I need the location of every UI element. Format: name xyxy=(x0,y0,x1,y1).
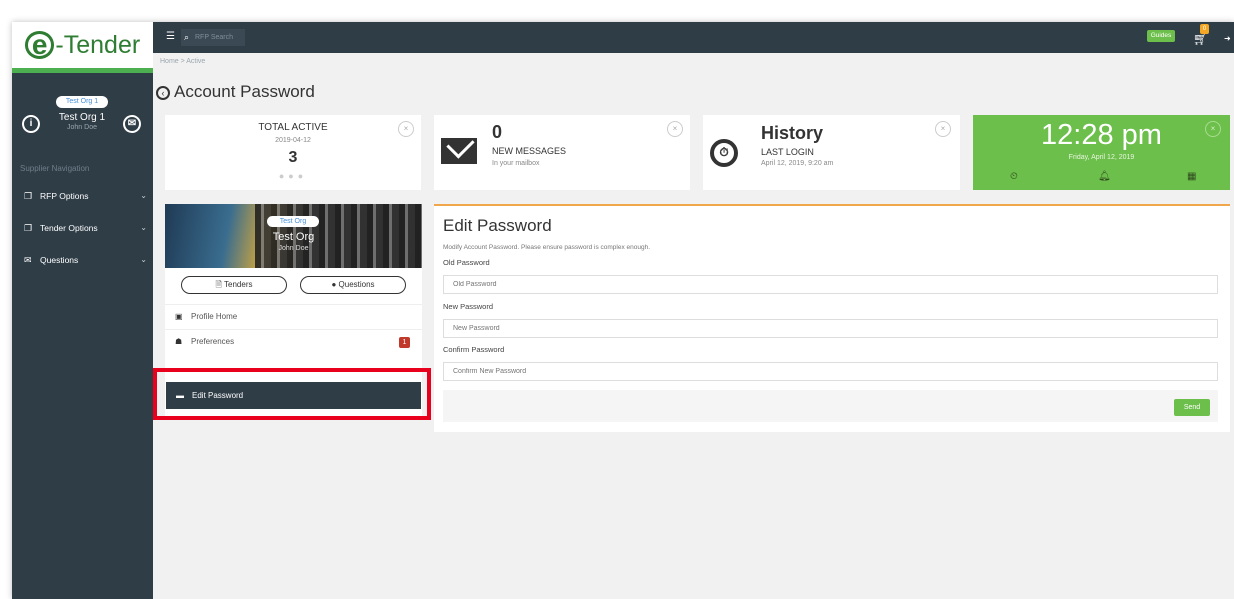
profile-banner: Test Org Test Org John Doe xyxy=(165,204,422,268)
clock-card: 12:28 pm Friday, April 12, 2019 ⏲︎ 🔔︎ ▦ … xyxy=(973,115,1230,190)
search-input[interactable]: ⌕ RFP Search xyxy=(181,29,245,46)
envelope-icon: ✉ xyxy=(24,255,32,265)
info-icon[interactable]: i xyxy=(22,115,40,133)
sidebar-nav-title: Supplier Navigation xyxy=(20,164,90,173)
total-active-card: TOTAL ACTIVE 2019-04-12 3 ●●● × xyxy=(165,115,421,190)
image-icon: ▣ xyxy=(175,312,183,321)
sidebar-item-label: RFP Options xyxy=(40,191,89,201)
chevron-down-icon: ⌄ xyxy=(140,223,147,232)
sidebar: e -Tender Test Org 1 i Test Org 1 John Do… xyxy=(12,22,153,599)
page-title-text: Account Password xyxy=(174,82,315,101)
close-icon[interactable]: × xyxy=(935,121,951,137)
edit-password-panel: Edit Password Modify Account Password. P… xyxy=(434,204,1230,432)
etender-logo[interactable]: e -Tender xyxy=(12,22,153,73)
profile-menu-label: Profile Home xyxy=(191,312,238,321)
clock-icon: ⏱︎ xyxy=(710,139,738,167)
back-icon[interactable]: ‹ xyxy=(156,86,170,100)
last-login-date: April 12, 2019, 9:20 am xyxy=(761,160,834,167)
tenders-button[interactable]: 🗎︎ Tenders xyxy=(181,276,287,294)
question-icon: ● xyxy=(331,280,339,289)
highlight-annotation xyxy=(153,368,431,420)
messages-label: NEW MESSAGES xyxy=(492,146,567,156)
old-password-label: Old Password xyxy=(443,258,490,267)
confirm-password-label: Confirm Password xyxy=(443,345,505,354)
envelope-icon xyxy=(441,138,477,164)
menu-toggle-icon[interactable]: ☰ xyxy=(166,32,175,42)
breadcrumb[interactable]: Home > Active xyxy=(160,58,205,65)
tenders-button-label: Tenders xyxy=(224,280,253,289)
confirm-password-field[interactable] xyxy=(443,362,1218,381)
documents-icon: ❐ xyxy=(24,223,33,233)
app-window: e -Tender Test Org 1 i Test Org 1 John Do… xyxy=(12,22,1234,599)
top-bar: ☰ ⌕ RFP Search Guides 🛒︎ 0 ➜ xyxy=(153,22,1234,53)
search-icon: ⌕ xyxy=(184,32,190,42)
avatar: Test Org xyxy=(267,216,319,227)
sidebar-org-name: Test Org 1 xyxy=(58,112,106,123)
documents-icon: ❐ xyxy=(24,191,33,201)
page-title: ‹ Account Password xyxy=(156,82,315,102)
calendar-icon[interactable]: ▦ xyxy=(1187,171,1196,182)
sidebar-item-tender-options[interactable]: ❐ Tender Options ⌄ xyxy=(12,218,153,238)
questions-button[interactable]: ● Questions xyxy=(300,276,406,294)
last-login-label: LAST LOGIN xyxy=(761,147,814,157)
user-icon: ☗ xyxy=(175,337,183,346)
cart-icon[interactable]: 🛒︎ xyxy=(1193,32,1208,46)
history-title: History xyxy=(761,123,824,143)
total-active-date: 2019-04-12 xyxy=(275,137,311,144)
current-date: Friday, April 12, 2019 xyxy=(1068,154,1135,161)
document-icon: 🗎︎ xyxy=(215,280,225,289)
cart-badge: 0 xyxy=(1200,24,1209,34)
messages-sub: In your mailbox xyxy=(492,160,540,167)
close-icon[interactable]: × xyxy=(667,121,683,137)
avatar: Test Org 1 xyxy=(56,96,108,108)
search-placeholder: RFP Search xyxy=(195,34,233,41)
edit-password-description: Modify Account Password. Please ensure p… xyxy=(443,244,651,251)
form-footer: Send xyxy=(443,390,1218,422)
logo-e: e xyxy=(24,31,55,59)
new-password-label: New Password xyxy=(443,302,494,311)
chevron-down-icon: ⌄ xyxy=(140,191,147,200)
profile-menu-item-profile-home[interactable]: ▣ Profile Home xyxy=(165,304,422,328)
messages-count: 0 xyxy=(492,122,503,142)
history-card: ⏱︎ History LAST LOGIN April 12, 2019, 9:… xyxy=(703,115,960,190)
total-active-title: TOTAL ACTIVE xyxy=(258,122,328,133)
sidebar-item-questions[interactable]: ✉ Questions ⌄ xyxy=(12,250,153,270)
current-time: 12:28 pm xyxy=(1041,119,1162,151)
profile-user-name: John Doe xyxy=(278,245,309,252)
new-password-field[interactable] xyxy=(443,319,1218,338)
total-active-count: 3 xyxy=(288,149,298,166)
profile-menu-label: Preferences xyxy=(191,337,235,346)
sidebar-item-rfp-options[interactable]: ❐ RFP Options ⌄ xyxy=(12,186,153,206)
profile-menu-item-preferences[interactable]: ☗ Preferences 1 xyxy=(165,329,422,353)
edit-password-title: Edit Password xyxy=(443,216,552,235)
messages-card: 0 NEW MESSAGES In your mailbox × xyxy=(434,115,690,190)
send-button[interactable]: Send xyxy=(1174,399,1210,416)
logo-text: -Tender xyxy=(55,30,141,59)
sidebar-item-label: Tender Options xyxy=(40,223,98,233)
profile-org-name: Test Org xyxy=(272,231,315,243)
close-icon[interactable]: × xyxy=(398,121,414,137)
bell-icon[interactable]: 🔔︎ xyxy=(1098,171,1111,182)
questions-button-label: Questions xyxy=(338,280,375,289)
sidebar-profile: Test Org 1 i Test Org 1 John Doe ✉ xyxy=(12,78,153,158)
mail-icon[interactable]: ✉ xyxy=(123,115,141,133)
close-icon[interactable]: × xyxy=(1205,121,1221,137)
chevron-down-icon: ⌄ xyxy=(140,255,147,264)
carousel-dots[interactable]: ●●● xyxy=(165,171,421,181)
guides-button[interactable]: Guides xyxy=(1147,30,1175,42)
sidebar-user-name: John Doe xyxy=(67,124,97,131)
logout-icon[interactable]: ➜ xyxy=(1224,34,1231,43)
old-password-field[interactable] xyxy=(443,275,1218,294)
clock-icon[interactable]: ⏲︎ xyxy=(1010,171,1018,182)
preferences-badge: 1 xyxy=(399,337,410,348)
sidebar-item-label: Questions xyxy=(40,255,79,265)
